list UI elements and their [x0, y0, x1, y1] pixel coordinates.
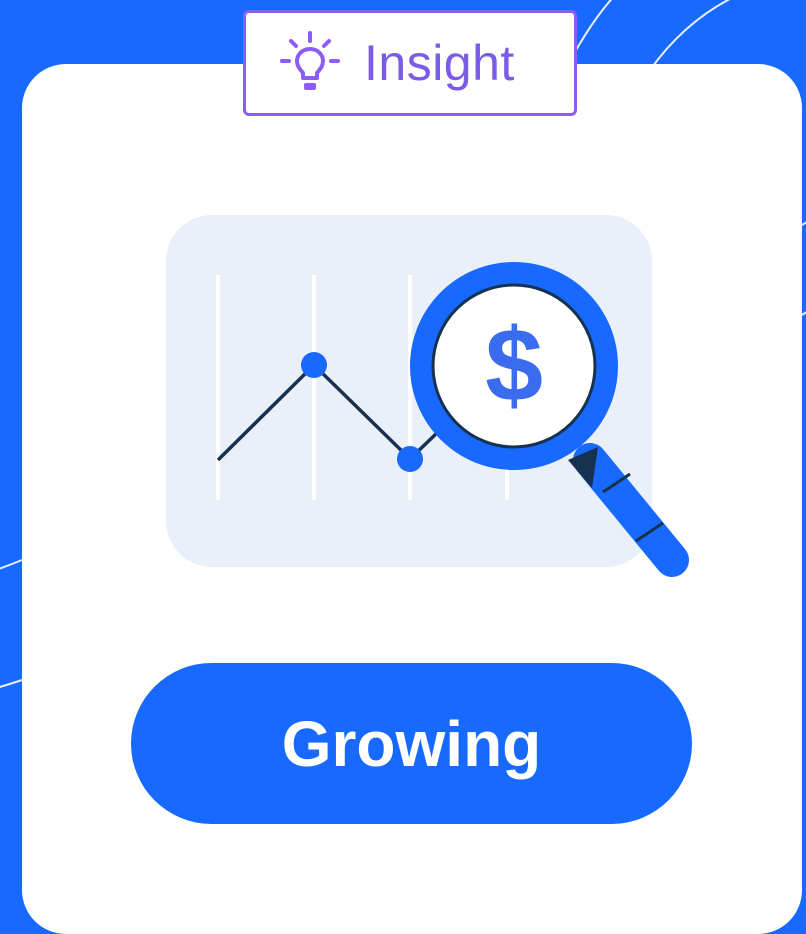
status-label: Growing [281, 707, 542, 780]
status-pill: Growing [131, 663, 692, 824]
chart-point [397, 446, 423, 472]
dollar-sign: $ [485, 308, 543, 424]
chart-point [301, 352, 327, 378]
